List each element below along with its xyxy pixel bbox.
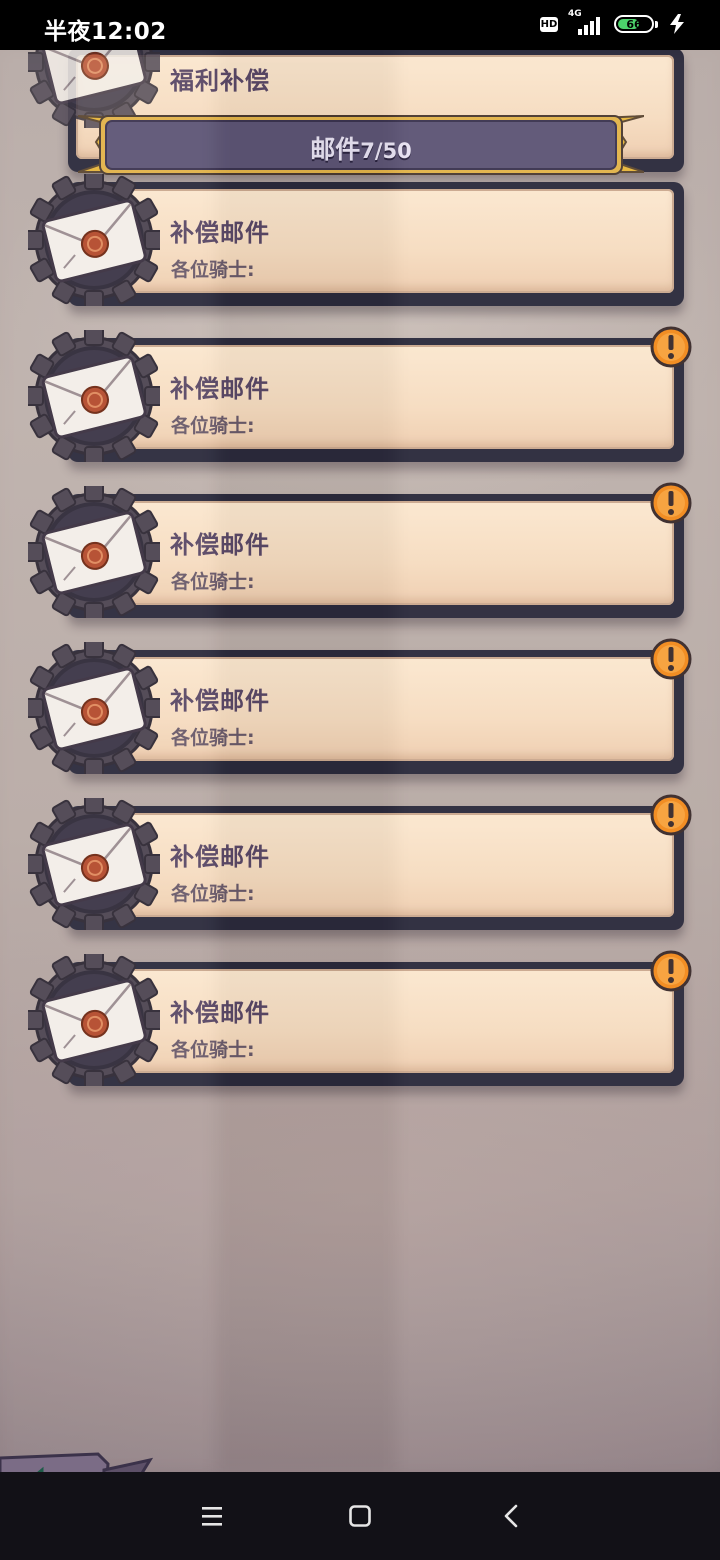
mail-item[interactable]: 补偿邮件 各位骑士:: [28, 482, 692, 632]
battery-level: 66: [626, 17, 642, 31]
status-icons: HD 4G 66: [540, 9, 686, 35]
mail-item-partial[interactable]: 福利补偿: [28, 50, 688, 186]
exclamation-icon: [650, 794, 692, 836]
mail-item[interactable]: 补偿邮件 各位骑士:: [28, 326, 692, 476]
mail-count: 7/50: [360, 139, 412, 163]
exclamation-icon: [650, 326, 692, 368]
envelope-icon: [28, 174, 160, 306]
chevron-left-icon[interactable]: [492, 1498, 532, 1534]
status-bar: 半夜12:02 HD 4G 66: [0, 0, 720, 50]
mail-item[interactable]: 补偿邮件 各位骑士:: [28, 638, 692, 788]
mail-title: 补偿邮件: [170, 375, 270, 403]
mail-title: 补偿邮件: [170, 999, 270, 1027]
battery-icon: 66: [614, 15, 654, 33]
mail-title: 福利补偿: [170, 67, 270, 95]
exclamation-icon: [650, 638, 692, 680]
mail-greeting: 各位骑士:: [171, 883, 255, 905]
mail-title: 补偿邮件: [170, 843, 270, 871]
mail-greeting: 各位骑士:: [171, 259, 255, 281]
status-time: 半夜12:02: [44, 19, 167, 45]
envelope-icon: [28, 798, 160, 930]
envelope-icon: [28, 330, 160, 462]
mail-item[interactable]: 补偿邮件 各位骑士:: [28, 950, 692, 1100]
exclamation-icon: [650, 482, 692, 524]
hd-icon: HD: [540, 16, 558, 32]
mail-greeting: 各位骑士:: [171, 415, 255, 437]
mail-title: 补偿邮件: [170, 687, 270, 715]
system-nav-bar: [0, 1472, 720, 1560]
mail-screen: 福利补偿 补偿邮件 各位骑士: 补偿邮件 各位骑士: 补偿邮件 各位骑士: 补偿…: [0, 50, 720, 1472]
mail-title: 补偿邮件: [170, 219, 270, 247]
charging-icon: [670, 14, 684, 34]
mail-greeting: 各位骑士:: [171, 727, 255, 749]
mail-item[interactable]: 补偿邮件 各位骑士:: [28, 794, 692, 944]
home-icon[interactable]: [340, 1498, 380, 1534]
mail-item[interactable]: 补偿邮件 各位骑士:: [28, 174, 688, 320]
envelope-icon: [28, 486, 160, 618]
exclamation-icon: [650, 950, 692, 992]
mail-title: 补偿邮件: [170, 531, 270, 559]
signal-icon: 4G: [568, 9, 604, 35]
envelope-icon: [28, 954, 160, 1086]
mail-greeting: 各位骑士:: [171, 1039, 255, 1061]
header-banner: [78, 115, 644, 175]
envelope-icon: [28, 642, 160, 774]
page-title: 邮件7/50: [310, 135, 412, 164]
mail-greeting: 各位骑士:: [171, 571, 255, 593]
envelope-icon: [28, 50, 160, 128]
menu-icon[interactable]: [192, 1498, 232, 1534]
